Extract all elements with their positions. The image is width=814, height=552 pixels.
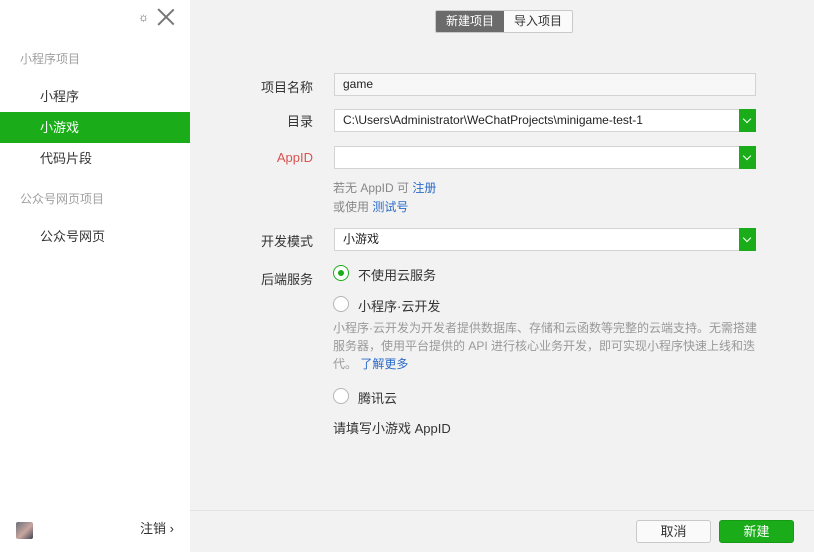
radio-tencent-cloud-label[interactable]: 腾讯云 bbox=[358, 388, 397, 407]
project-tabs: 新建项目 导入项目 bbox=[435, 10, 574, 33]
window-controls: ☼ bbox=[138, 8, 175, 26]
section-title-miniprogram: 小程序项目 bbox=[20, 52, 81, 66]
logout-link[interactable]: 注销 › bbox=[140, 518, 174, 537]
footer-bar: 取消 新建 bbox=[190, 510, 814, 552]
cancel-button[interactable]: 取消 bbox=[636, 520, 711, 543]
tab-new-project[interactable]: 新建项目 bbox=[436, 11, 505, 32]
hint-text: 或使用 bbox=[333, 200, 370, 214]
radio-no-cloud-label[interactable]: 不使用云服务 bbox=[358, 265, 436, 284]
gear-icon[interactable]: ☼ bbox=[138, 8, 149, 26]
user-avatar[interactable] bbox=[16, 522, 33, 539]
appid-select[interactable] bbox=[334, 146, 756, 169]
project-name-input[interactable]: game bbox=[334, 73, 756, 96]
dev-mode-label: 开发模式 bbox=[260, 234, 313, 249]
sidebar-item-code-snippet[interactable]: 代码片段 bbox=[0, 143, 190, 174]
radio-cloud-dev[interactable] bbox=[333, 296, 349, 312]
hint-text: 若无 AppID 可 bbox=[333, 181, 410, 195]
chevron-down-icon[interactable] bbox=[739, 109, 756, 132]
register-link[interactable]: 注册 bbox=[412, 181, 436, 195]
radio-no-cloud[interactable] bbox=[333, 265, 349, 281]
directory-value: C:\Users\Administrator\WeChatProjects\mi… bbox=[343, 113, 643, 127]
directory-label: 目录 bbox=[286, 114, 313, 129]
sidebar: ☼ 小程序项目 小程序 小游戏 代码片段 公众号网页项目 公众号网页 注销 › bbox=[0, 0, 190, 552]
appid-hint-test: 或使用 测试号 bbox=[333, 198, 408, 215]
dev-mode-select[interactable]: 小游戏 bbox=[334, 228, 756, 251]
radio-cloud-dev-label[interactable]: 小程序·云开发 bbox=[358, 296, 440, 315]
chevron-down-icon[interactable] bbox=[739, 146, 756, 169]
create-button[interactable]: 新建 bbox=[719, 520, 794, 543]
test-account-link[interactable]: 测试号 bbox=[372, 200, 408, 214]
radio-tencent-cloud[interactable] bbox=[333, 388, 349, 404]
sidebar-item-minigame[interactable]: 小游戏 bbox=[0, 112, 190, 143]
project-name-label: 项目名称 bbox=[260, 80, 313, 95]
main-panel: 新建项目 导入项目 项目名称 game 目录 C:\Users\Administ… bbox=[190, 0, 814, 552]
appid-label: AppID bbox=[276, 150, 313, 165]
sidebar-item-official-account-web[interactable]: 公众号网页 bbox=[0, 221, 190, 252]
close-icon[interactable] bbox=[157, 8, 175, 26]
dev-mode-value: 小游戏 bbox=[343, 232, 380, 246]
section-title-official-account: 公众号网页项目 bbox=[20, 192, 105, 206]
learn-more-link[interactable]: 了解更多 bbox=[360, 357, 408, 371]
backend-label: 后端服务 bbox=[260, 272, 313, 287]
sidebar-item-miniprogram[interactable]: 小程序 bbox=[0, 81, 190, 112]
cloud-description: 小程序·云开发为开发者提供数据库、存储和云函数等完整的云端支持。无需搭建服务器，… bbox=[333, 319, 758, 373]
appid-required-note: 请填写小游戏 AppID bbox=[333, 421, 451, 436]
tab-import-project[interactable]: 导入项目 bbox=[504, 11, 573, 32]
directory-select[interactable]: C:\Users\Administrator\WeChatProjects\mi… bbox=[334, 109, 756, 132]
appid-hint-register: 若无 AppID 可 注册 bbox=[333, 179, 436, 196]
chevron-down-icon[interactable] bbox=[739, 228, 756, 251]
